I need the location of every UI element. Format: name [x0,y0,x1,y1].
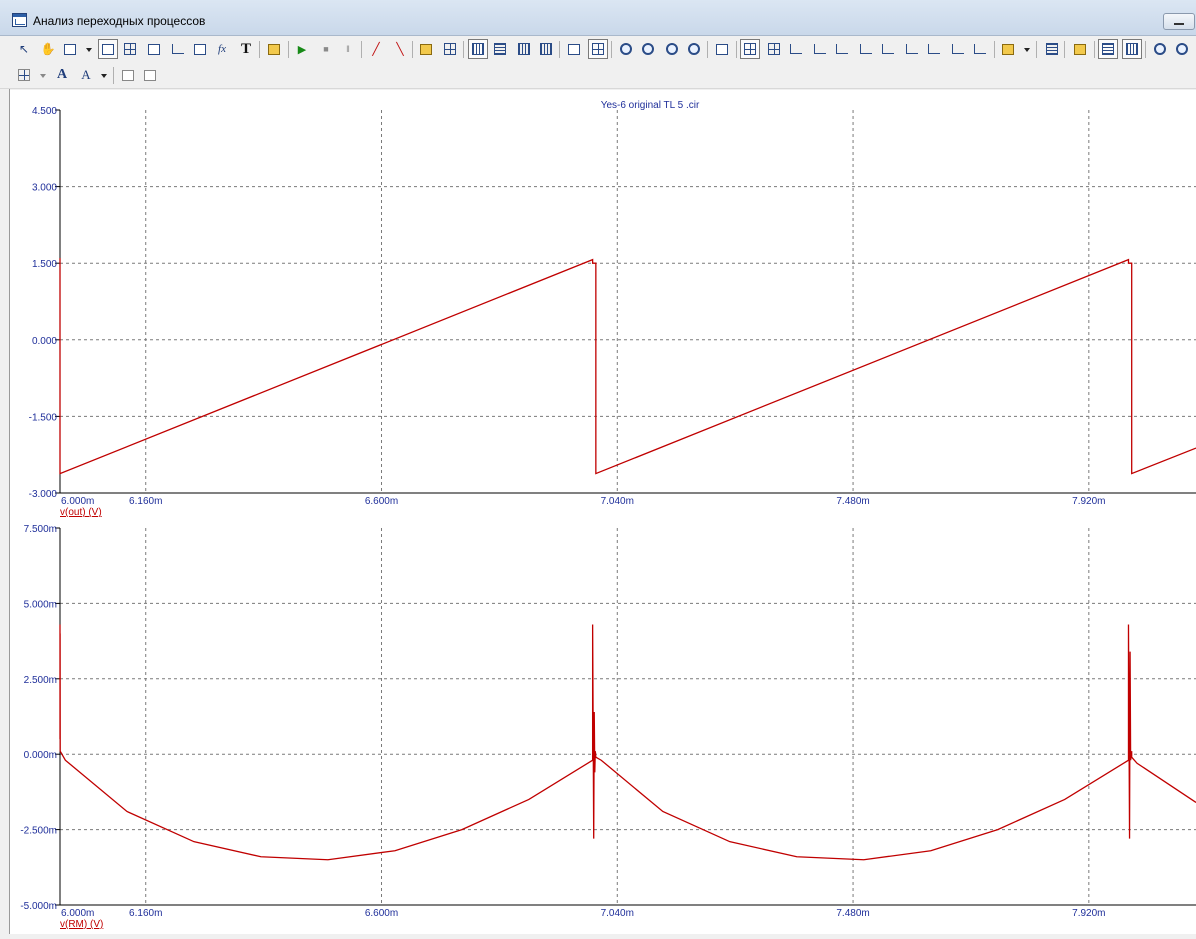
vertical-layout-icon[interactable] [468,39,488,59]
y-tick-label: -5.000m [20,901,57,912]
y-tick-label: 0.000 [32,336,57,347]
multi-cross-icon[interactable] [948,39,968,59]
y-tick-label: 0.000m [24,750,57,761]
x-tick-label: 7.920m [1072,496,1105,507]
pause-icon[interactable]: ‖ [338,39,358,59]
graph-settings-icon[interactable] [712,39,732,59]
x-tick-label: 6.000m [61,496,94,507]
run-icon[interactable]: ▶ [292,39,312,59]
fall-icon[interactable] [856,39,876,59]
fit-vertical-icon[interactable] [1122,39,1142,59]
y-tick-label: 7.500m [24,524,57,535]
chart-title: Yes-6 original TL 5 .cir [601,100,700,111]
diagram-axes-icon[interactable] [144,39,164,59]
zoom-out-icon[interactable] [1172,39,1192,59]
y-tick-label: 3.000 [32,183,57,194]
valley-icon[interactable] [810,39,830,59]
zoom-in-icon[interactable] [1150,39,1170,59]
grid-layout-icon[interactable] [14,65,34,85]
fit-horizontal-icon[interactable] [1098,39,1118,59]
plots-svg[interactable]: Yes-6 original TL 5 .cir 4.500 3.000 1.500… [10,90,1196,934]
zoom-y-icon[interactable] [638,39,658,59]
cross-icon[interactable] [924,39,944,59]
diagram-grid-icon[interactable] [120,39,140,59]
font-style-icon[interactable]: A [76,65,96,85]
x-tick-label: 6.000m [61,908,94,919]
x-tick-label: 6.600m [365,496,398,507]
y-tick-label: 4.500 [32,106,57,117]
properties-icon[interactable] [264,39,284,59]
hand-icon[interactable]: ✋ [38,39,58,59]
chart-vout[interactable]: 4.500 3.000 1.500 0.000 -1.500 -3.0006.000m 6.… [29,106,1196,518]
clipboard-dropdown-icon[interactable] [1024,48,1030,52]
main-toolbar: ↖ ✋ fx T ▶ ■ ‖ ╱ ╲ [0,36,1196,62]
pointer-icon[interactable]: ↖ [14,39,34,59]
minimize-button[interactable] [1163,13,1195,30]
peak-icon[interactable] [786,39,806,59]
select-mode-dropdown-icon[interactable] [86,48,92,52]
select-mode-icon[interactable] [60,39,80,59]
x-tick-label: 7.480m [836,908,869,919]
x-tick-label: 7.480m [836,496,869,507]
split-grid-icon[interactable] [588,39,608,59]
grid-dropdown-icon[interactable] [40,74,46,78]
y-tick-label: 5.000m [24,599,57,610]
diagram-curve-icon[interactable] [190,39,210,59]
cursor-right-icon[interactable] [764,39,784,59]
formula-icon[interactable]: fx [212,39,232,59]
window-title: Анализ переходных процессов [33,14,206,28]
diagram-icon[interactable] [98,39,118,59]
split-horizontal-icon[interactable] [564,39,584,59]
cursor-marker-icon[interactable]: ╱ [366,39,386,59]
text-icon[interactable]: T [236,39,256,59]
format-toolbar: A A [0,62,1196,89]
x-tick-label: 6.160m [129,908,162,919]
x-tick-label: 6.160m [129,496,162,507]
paste-icon[interactable] [140,65,160,85]
zoom-x-icon[interactable] [616,39,636,59]
font-dropdown-icon[interactable] [101,74,107,78]
x-tick-label: 7.040m [601,908,634,919]
title-bar: Анализ переходных процессов [0,0,1196,36]
y-tick-label: -3.000 [29,489,58,500]
y-tick-label: -2.500m [20,826,57,837]
rise-icon[interactable] [832,39,852,59]
cursor-left-icon[interactable] [740,39,760,59]
x-tick-label: 7.040m [601,496,634,507]
stop-icon[interactable]: ■ [316,39,336,59]
y-tick-label: 1.500 [32,259,57,270]
plot-area[interactable]: Yes-6 original TL 5 .cir 4.500 3.000 1.500… [10,90,1196,934]
x-tick-label: 6.600m [365,908,398,919]
copy-icon[interactable] [118,65,138,85]
cursor-delete-icon[interactable]: ╲ [390,39,410,59]
column-layout-icon[interactable] [514,39,534,59]
series-label[interactable]: v(out) (V) [60,507,102,518]
series-line[interactable] [59,624,1196,861]
frame-icon[interactable] [416,39,436,59]
diagram-xy-icon[interactable] [168,39,188,59]
window-left-border [0,89,10,934]
slope-down-icon[interactable] [902,39,922,59]
font-icon[interactable]: A [52,65,72,85]
table-icon[interactable] [1042,39,1062,59]
y-tick-label: -1.500 [29,412,58,423]
x-tick-label: 7.920m [1072,908,1105,919]
frame-grid-icon[interactable] [440,39,460,59]
app-window-icon [12,13,27,27]
zoom-fit-icon[interactable] [662,39,682,59]
minimize-icon [1174,23,1184,25]
row-layout-icon[interactable] [536,39,556,59]
y-tick-label: 2.500m [24,675,57,686]
horizontal-layout-icon[interactable] [490,39,510,59]
series-line[interactable] [59,258,1196,475]
series-label[interactable]: v(RM) (V) [60,919,103,930]
chart-vrm[interactable]: 7.500m 5.000m 2.500m 0.000m -2.500m -5.000m 6.… [20,524,1196,930]
zoom-reset-icon[interactable] [684,39,704,59]
data-icon[interactable] [1070,39,1090,59]
slope-up-icon[interactable] [878,39,898,59]
clipboard-icon[interactable] [998,39,1018,59]
multi-peak-icon[interactable] [970,39,990,59]
